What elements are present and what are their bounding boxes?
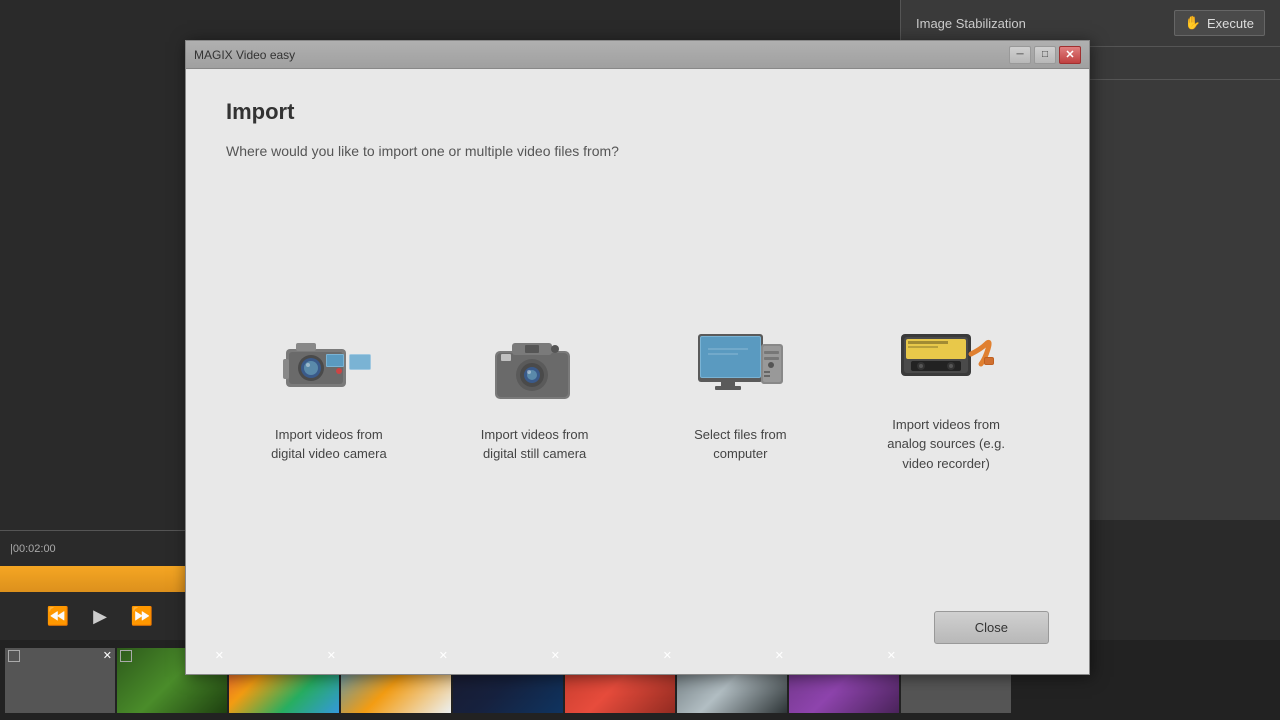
forward-button[interactable]: ⏩: [126, 600, 158, 632]
dialog-content: Import Where would you like to import on…: [186, 69, 1089, 674]
image-stabilization-label: Image Stabilization: [916, 16, 1026, 31]
minimize-button[interactable]: ─: [1009, 46, 1031, 64]
import-option-digital-video-camera[interactable]: Import videos fromdigital video camera: [234, 307, 424, 484]
close-icon[interactable]: ✕: [887, 649, 896, 662]
film-thumbnail: [5, 648, 115, 713]
playback-controls: ⏪ ▶ ⏩: [0, 592, 200, 640]
checkbox[interactable]: [8, 650, 20, 662]
close-icon[interactable]: ✕: [439, 649, 448, 662]
play-button[interactable]: ▶: [84, 600, 116, 632]
execute-button[interactable]: ✋ Execute: [1174, 10, 1265, 36]
import-option-digital-still-camera[interactable]: Import videos fromdigital still camera: [440, 307, 630, 484]
close-icon[interactable]: ✕: [775, 649, 784, 662]
close-icon[interactable]: ✕: [215, 649, 224, 662]
rewind-button[interactable]: ⏪: [42, 600, 74, 632]
close-icon[interactable]: ✕: [103, 649, 112, 662]
dialog-heading: Import: [226, 99, 1049, 125]
execute-icon: ✋: [1185, 15, 1201, 31]
time-marker: |00:02:00: [10, 543, 56, 555]
import-label-digital-video-camera: Import videos fromdigital video camera: [271, 425, 387, 464]
import-label-digital-still-camera: Import videos fromdigital still camera: [481, 425, 589, 464]
import-option-computer[interactable]: Select files fromcomputer: [645, 307, 835, 484]
import-label-computer: Select files fromcomputer: [694, 425, 786, 464]
import-option-analog-sources[interactable]: Import videos fromanalog sources (e.g.vi…: [851, 297, 1041, 494]
checkbox[interactable]: [120, 650, 132, 662]
maximize-button[interactable]: □: [1034, 46, 1056, 64]
dialog-window: MAGIX Video easy ─ □ ✕ Import Where woul…: [185, 40, 1090, 675]
list-item[interactable]: ✕: [5, 648, 115, 713]
close-icon[interactable]: ✕: [663, 649, 672, 662]
dialog-window-controls: ─ □ ✕: [1009, 46, 1081, 64]
analog-sources-icon: [896, 317, 996, 397]
import-options: Import videos fromdigital video camera: [226, 199, 1049, 591]
close-icon[interactable]: ✕: [327, 649, 336, 662]
digital-still-camera-icon: [485, 327, 585, 407]
computer-icon: [690, 327, 790, 407]
dialog-subtitle: Where would you like to import one or mu…: [226, 143, 1049, 159]
import-label-analog-sources: Import videos fromanalog sources (e.g.vi…: [887, 415, 1005, 474]
close-icon[interactable]: ✕: [551, 649, 560, 662]
dialog-titlebar: MAGIX Video easy ─ □ ✕: [186, 41, 1089, 69]
digital-video-camera-icon: [279, 327, 379, 407]
dialog-footer: Close: [226, 591, 1049, 644]
dialog-title: MAGIX Video easy: [194, 48, 295, 62]
dialog-close-titlebar-button[interactable]: ✕: [1059, 46, 1081, 64]
close-button[interactable]: Close: [934, 611, 1049, 644]
